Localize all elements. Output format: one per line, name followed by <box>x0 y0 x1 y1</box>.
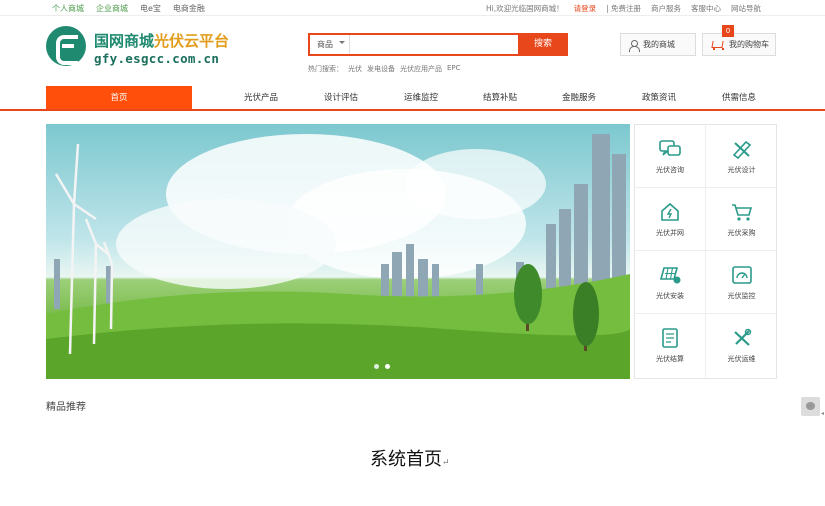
service-label: 光伏设计 <box>727 166 756 174</box>
main-nav: 首页 光伏产品 设计评估 运维监控 结算补贴 金融服务 政策资讯 供需信息 <box>0 86 825 111</box>
chat-float-button[interactable] <box>801 397 820 416</box>
my-store-label: 我的商城 <box>643 40 675 49</box>
banner-landscape-image <box>46 134 630 379</box>
logo-name-main: 国网商城 <box>94 32 155 50</box>
service-pv-procurement[interactable]: 光伏采购 <box>706 188 777 251</box>
site-nav-link[interactable]: 网站导航 <box>731 3 761 14</box>
welcome-text: Hi,欢迎光临国网商城！ <box>485 4 564 13</box>
service-label: 光伏安装 <box>656 292 684 300</box>
nav-design-assessment[interactable]: 设计评估 <box>310 86 372 109</box>
ecommerce-finance-link[interactable]: 电商金融 <box>173 3 205 14</box>
hot-search-term[interactable]: EPC <box>447 64 461 74</box>
nav-home[interactable]: 首页 <box>46 86 192 109</box>
personal-mall-link[interactable]: 个人商城 <box>52 3 84 14</box>
nav-pv-products[interactable]: 光伏产品 <box>230 86 292 109</box>
hot-search-label: 热门搜索： <box>308 65 343 73</box>
logo-url: gfy.esgcc.com.cn <box>94 51 220 66</box>
figure-caption-text: 系统首页 <box>370 449 442 470</box>
service-label: 光伏采购 <box>727 229 756 237</box>
user-icon <box>629 39 640 52</box>
nav-financial-services[interactable]: 金融服务 <box>548 86 610 109</box>
mall-switcher: 个人商城 企业商城 电e宝 电商金融 <box>52 3 205 14</box>
hot-searches: 热门搜索： 光伏 发电设备 光伏应用产品 EPC <box>308 64 461 74</box>
service-grid: 光伏咨询 光伏设计 光伏并网 光伏采购 光伏安装 光伏监控 光伏结算 光伏运维 <box>634 124 777 379</box>
my-store-button[interactable]: 我的商城 <box>620 33 696 56</box>
search-input[interactable] <box>350 35 520 54</box>
cart-icon <box>711 40 724 50</box>
design-tools-icon <box>732 140 751 159</box>
wrench-icon <box>733 328 751 346</box>
shopping-cart-icon <box>731 204 752 221</box>
service-pv-design[interactable]: 光伏设计 <box>706 125 777 188</box>
login-link[interactable]: 请登录 <box>574 3 597 14</box>
service-pv-consulting[interactable]: 光伏咨询 <box>635 125 706 188</box>
return-mark-icon: ↵ <box>442 458 450 468</box>
solar-panel-icon <box>659 267 681 284</box>
chat-icon <box>659 140 681 156</box>
service-label: 光伏监控 <box>727 292 756 300</box>
logo-title: 国网商城光伏云平台 <box>94 30 229 51</box>
hot-search-term[interactable]: 光伏 <box>348 64 362 74</box>
logo-name-accent: 光伏云平台 <box>154 32 230 50</box>
service-label: 光伏结算 <box>656 355 684 363</box>
logo-icon <box>46 26 86 66</box>
float-marker-icon: ◂ <box>821 410 825 417</box>
figure-caption: 系统首页↵ <box>370 445 450 471</box>
service-pv-settlement[interactable]: 光伏结算 <box>635 314 706 377</box>
carousel-dot[interactable] <box>374 364 379 369</box>
service-label: 光伏咨询 <box>656 166 684 174</box>
hot-search-term[interactable]: 发电设备 <box>367 64 395 74</box>
hero-banner[interactable] <box>46 124 630 379</box>
invoice-icon <box>662 328 678 348</box>
service-pv-monitoring[interactable]: 光伏监控 <box>706 251 777 314</box>
service-label: 光伏运维 <box>727 355 756 363</box>
search-category-select[interactable]: 商品 <box>310 35 350 54</box>
register-link[interactable]: | 免费注册 <box>606 3 641 14</box>
search-button[interactable]: 搜索 <box>518 33 568 56</box>
cart-button[interactable]: 0 我的购物车 <box>702 25 776 56</box>
cart-label: 我的购物车 <box>729 40 769 49</box>
carousel-dot-active[interactable] <box>385 364 390 369</box>
nav-settlement-subsidy[interactable]: 结算补贴 <box>469 86 531 109</box>
service-pv-grid-connection[interactable]: 光伏并网 <box>635 188 706 251</box>
search-bar: 商品 搜索 <box>308 33 568 56</box>
merchant-service-link[interactable]: 商户服务 <box>651 3 681 14</box>
monitor-gauge-icon <box>731 266 752 284</box>
customer-service-link[interactable]: 客服中心 <box>691 3 721 14</box>
nav-supply-demand[interactable]: 供需信息 <box>708 86 770 109</box>
carousel-dots <box>374 364 390 369</box>
e-bao-link[interactable]: 电e宝 <box>140 3 161 14</box>
chevron-down-icon <box>339 41 345 47</box>
featured-section-title: 精品推荐 <box>46 402 86 413</box>
service-label: 光伏并网 <box>656 229 684 237</box>
nav-operations-monitoring[interactable]: 运维监控 <box>390 86 452 109</box>
top-bar: 个人商城 企业商城 电e宝 电商金融 Hi,欢迎光临国网商城！ 请登录 | 免费… <box>0 0 825 16</box>
user-links: Hi,欢迎光临国网商城！ 请登录 | 免费注册 商户服务 客服中心 网站导航 <box>486 3 761 14</box>
service-pv-installation[interactable]: 光伏安装 <box>635 251 706 314</box>
nav-policy-news[interactable]: 政策资讯 <box>628 86 690 109</box>
search-category-label: 商品 <box>317 40 333 49</box>
hot-search-term[interactable]: 光伏应用产品 <box>400 64 442 74</box>
site-logo[interactable]: 国网商城光伏云平台 gfy.esgcc.com.cn <box>46 26 246 70</box>
service-pv-maintenance[interactable]: 光伏运维 <box>706 314 777 377</box>
grid-home-icon <box>661 202 679 221</box>
cart-count-badge: 0 <box>722 25 734 37</box>
enterprise-mall-link[interactable]: 企业商城 <box>96 3 128 14</box>
